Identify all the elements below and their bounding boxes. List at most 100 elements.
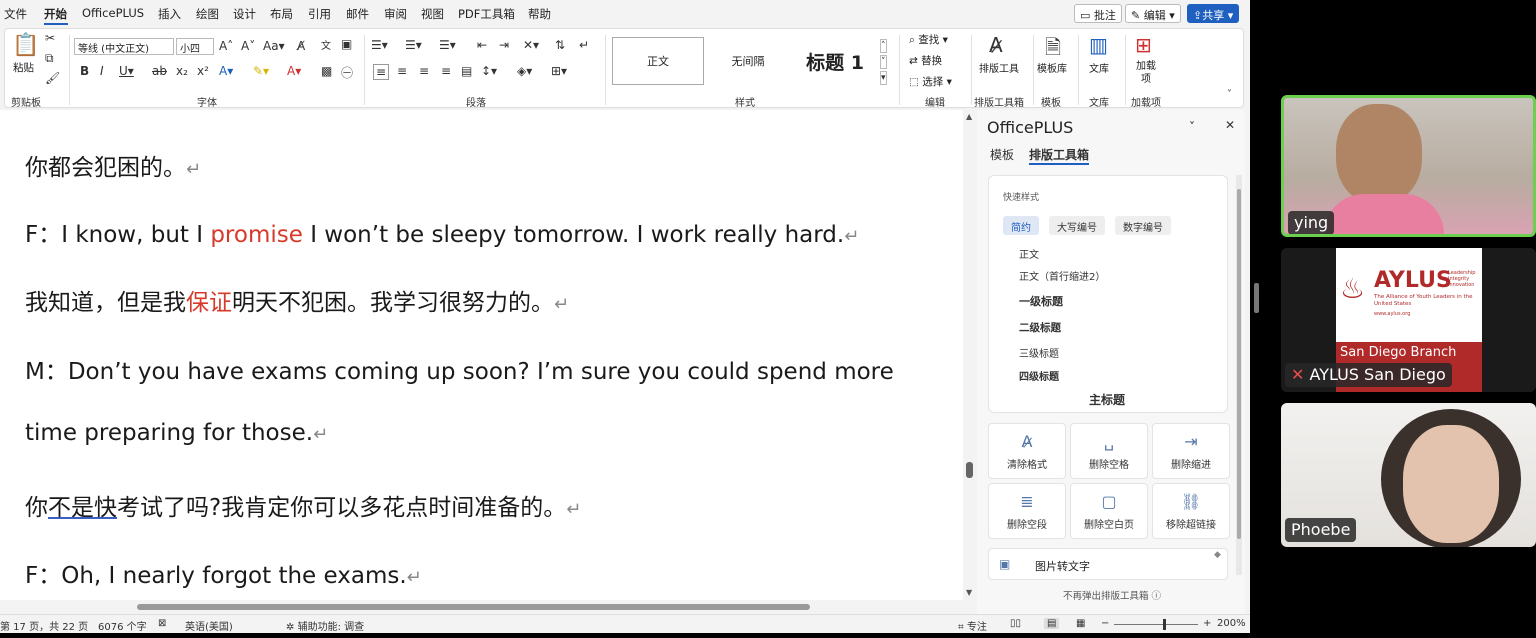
show-marks-icon[interactable]: ↵ [579,38,589,52]
style-item-normal[interactable]: 正文 [1019,246,1039,261]
menu-references[interactable]: 引用 [308,6,331,22]
style-item-main-title[interactable]: 主标题 [1089,391,1125,408]
bold-icon[interactable]: B [80,64,89,78]
tool-delete-space[interactable]: ␣ 删除空格 [1070,423,1148,479]
font-name-select[interactable]: 等线 (中文正文) [74,38,174,55]
select-button[interactable]: ⬚ 选择 ▾ [909,74,952,89]
menu-help[interactable]: 帮助 [528,6,551,22]
highlight-icon[interactable]: ✎▾ [253,64,269,78]
italic-icon[interactable]: I [100,64,104,78]
decrease-indent-icon[interactable]: ⇤ [477,38,487,52]
language-status[interactable]: 英语(美国) [185,618,233,633]
participant-tile-aylus[interactable]: ♨ AYLUS Leadership Integrity Innovation … [1281,248,1536,392]
change-case-icon[interactable]: Aa▾ [263,39,285,53]
read-mode-icon[interactable]: ▯▯ [1010,618,1021,629]
multilevel-list-icon[interactable]: ☰▾ [439,38,456,52]
zoom-in-icon[interactable]: + [1203,618,1211,629]
comment-button[interactable]: ▭ 批注 [1074,4,1122,23]
enclose-characters-icon[interactable]: ㊀ [341,64,353,81]
clear-formatting-icon[interactable]: A̸ [297,39,305,53]
sort-icon[interactable]: ⇅ [555,38,565,52]
document-line[interactable]: 我知道，但是我保证明天不犯困。我学习很努力的。↵ [25,283,569,317]
share-button[interactable]: ⇪共享 ▾ [1187,4,1240,23]
justify-icon[interactable]: ≡ [441,64,451,78]
font-size-select[interactable]: 小四 [176,38,214,55]
vertical-scroll-thumb[interactable] [966,462,973,478]
menu-design[interactable]: 设计 [233,6,256,22]
chip-uppercase-numbering[interactable]: 大写编号 [1049,216,1105,235]
participant-tile-phoebe[interactable]: Phoebe [1281,403,1536,547]
tool-delete-blank-page[interactable]: ▢ 删除空白页 [1070,483,1148,539]
menu-view[interactable]: 视图 [421,6,444,22]
web-layout-icon[interactable]: ▦ [1076,618,1085,629]
grow-font-icon[interactable]: A˄ [219,39,233,53]
character-border-icon[interactable]: ▣ [341,37,352,51]
menu-review[interactable]: 审阅 [384,6,407,22]
menu-officeplus[interactable]: OfficePLUS [82,6,144,20]
bullets-icon[interactable]: ☰▾ [371,38,388,52]
participant-tile-ying[interactable]: ying [1281,95,1536,237]
zoom-slider[interactable] [1114,624,1198,625]
panel-close-icon[interactable]: ✕ [1225,118,1235,132]
menu-draw[interactable]: 绘图 [196,6,219,22]
document-line[interactable]: 你都会犯困的。↵ [25,148,201,182]
format-painter-icon[interactable]: 🖌 [45,71,60,85]
style-item-normal-indent[interactable]: 正文（首行缩进2） [1019,268,1105,283]
subscript-icon[interactable]: x₂ [176,64,188,78]
word-count[interactable]: 6076 个字 [98,618,147,633]
image-to-text-card[interactable]: ▣ 图片转文字 ◆ [988,548,1228,580]
zoom-out-icon[interactable]: − [1101,618,1109,629]
distributed-icon[interactable]: ▤ [461,64,472,78]
styles-scroll-up-icon[interactable]: ˄ [880,39,887,53]
focus-mode-button[interactable]: ⌗ 专注 [958,618,987,633]
collapse-ribbon-icon[interactable]: ˅ [1227,89,1232,100]
menu-home[interactable]: 开始 [44,6,67,22]
style-heading-1[interactable]: 标题 1 [792,37,878,85]
style-item-heading-3[interactable]: 三级标题 [1019,345,1059,360]
document-line[interactable]: M：Don’t you have exams coming up soon? I… [25,352,894,386]
document-page[interactable]: 你都会犯困的。↵ F：I know, but I promise I won’t … [0,110,963,600]
zoom-level[interactable]: 200% [1217,618,1246,629]
strikethrough-icon[interactable]: ab [152,64,167,78]
align-center-icon[interactable]: ≡ [397,64,407,78]
vertical-scrollbar[interactable]: ▲ ▼ [963,110,977,600]
layout-tools-icon[interactable]: A̷ [989,33,1003,57]
styles-more-icon[interactable]: ▾ [880,71,887,85]
library-icon[interactable]: ▥ [1089,33,1108,57]
chip-simple[interactable]: 简约 [1003,216,1039,235]
page-count[interactable]: 第 17 页，共 22 页 [0,618,88,633]
horizontal-scrollbar[interactable] [0,600,963,614]
tool-delete-indent[interactable]: ⇥ 删除缩进 [1152,423,1230,479]
document-line[interactable]: F：Oh, I nearly forgot the exams.↵ [25,556,422,590]
style-item-heading-1[interactable]: 一级标题 [1019,293,1063,309]
tool-clear-format[interactable]: A̷ 清除格式 [988,423,1066,479]
line-spacing-icon[interactable]: ↕▾ [481,64,497,78]
accessibility-status[interactable]: ✲ 辅助功能: 调查 [286,618,364,633]
shading-icon[interactable]: ◈▾ [517,64,532,78]
scroll-down-icon[interactable]: ▼ [966,588,972,597]
panel-scroll-thumb[interactable] [1237,189,1241,539]
tool-remove-hyperlink[interactable]: ⛓ 移除超链接 [1152,483,1230,539]
style-normal[interactable]: 正文 [612,37,704,85]
style-item-heading-4[interactable]: 四级标题 [1019,368,1059,383]
replace-button[interactable]: ⇄ 替换 [909,53,942,68]
proofing-icon[interactable]: ⊠ [158,618,166,629]
document-line[interactable]: F：I know, but I promise I won’t be sleep… [25,215,859,249]
scroll-up-icon[interactable]: ▲ [966,112,972,121]
template-library-button[interactable]: 模板库 [1037,60,1067,75]
menu-pdf-tools[interactable]: PDF工具箱 [458,6,515,22]
align-left-icon[interactable]: ≡ [373,64,390,80]
menu-mailings[interactable]: 邮件 [346,6,369,22]
numbering-icon[interactable]: ☰▾ [405,38,422,52]
align-right-icon[interactable]: ≡ [419,64,429,78]
paste-icon[interactable]: 📋 [12,33,39,58]
addins-icon[interactable]: ⊞ [1135,33,1152,57]
styles-scroll-down-icon[interactable]: ˅ [880,55,887,69]
chip-numeric-numbering[interactable]: 数字编号 [1115,216,1171,235]
layout-tools-button[interactable]: 排版工具 [979,60,1019,75]
underline-icon[interactable]: U▾ [119,64,134,78]
increase-indent-icon[interactable]: ⇥ [499,38,509,52]
print-layout-icon[interactable]: ▤ [1044,618,1060,629]
gallery-scroll-handle[interactable] [1254,283,1259,313]
document-line[interactable]: 你不是快考试了吗?我肯定你可以多花点时间准备的。↵ [25,488,581,522]
